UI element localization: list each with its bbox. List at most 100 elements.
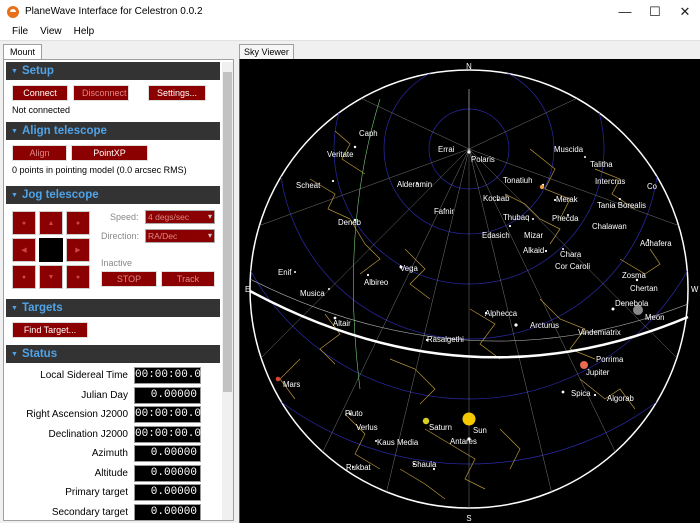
sky-viewer[interactable]: N S E W Caph Veritate Errai Polaris Musc… — [239, 59, 700, 523]
status-value: 0.00000 — [134, 503, 201, 520]
close-button[interactable]: ✕ — [670, 0, 700, 23]
window-title: PlaneWave Interface for Celestron 0.0.2 — [25, 6, 203, 17]
collapse-triangle-icon: ▼ — [11, 67, 18, 75]
jog-section-header[interactable]: ▼ Jog telescope — [6, 186, 220, 204]
sky-label: Zosma — [622, 271, 646, 280]
minimize-button[interactable]: — — [610, 0, 640, 23]
jog-east-button[interactable]: ▶ — [66, 238, 90, 262]
sky-label: Verlus — [356, 423, 378, 432]
status-label: Primary target — [65, 487, 128, 499]
track-button[interactable]: Track — [161, 271, 215, 287]
jog-state-label: Inactive — [101, 258, 133, 268]
status-section-header[interactable]: ▼ Status — [6, 345, 220, 363]
sky-label: Mizar — [524, 231, 543, 240]
jog-north-west-button[interactable]: ● — [12, 211, 36, 235]
sky-label: Scheat — [296, 181, 321, 190]
status-value: 00:00:00.0 — [134, 367, 201, 385]
app-icon — [7, 5, 19, 18]
align-section-header[interactable]: ▼ Align telescope — [6, 122, 220, 140]
compass-north: N — [466, 62, 472, 71]
window-controls: — ☐ ✕ — [610, 0, 700, 23]
tab-sky-viewer[interactable]: Sky Viewer — [239, 44, 294, 59]
targets-section-header[interactable]: ▼ Targets — [6, 299, 220, 317]
mars-marker[interactable] — [275, 376, 281, 382]
sky-label: Porrima — [596, 355, 624, 364]
disconnect-button[interactable]: Disconnect — [73, 85, 129, 101]
jog-north-button[interactable]: ▲ — [39, 211, 63, 235]
jog-south-east-button[interactable]: ● — [66, 265, 90, 289]
settings-button[interactable]: Settings... — [148, 85, 206, 101]
sky-label: Deneb — [338, 218, 362, 227]
status-value: 00:00:00.0 — [134, 425, 201, 443]
sky-label: Saturn — [429, 423, 452, 432]
sky-label: Muscida — [554, 145, 584, 154]
sky-label: Alderamin — [397, 180, 432, 189]
status-section: Local Sidereal Time 00:00:00.0 Julian Da… — [6, 363, 220, 520]
jog-pad: ● ▲ ● ◀ ▶ ● ▼ ● — [12, 211, 90, 289]
sky-label: Polaris — [471, 155, 495, 164]
sky-label: Vindemiatrix — [578, 328, 621, 337]
maximize-button[interactable]: ☐ — [640, 0, 670, 23]
menu-view[interactable]: View — [34, 26, 68, 37]
direction-select[interactable]: RA/Dec — [145, 229, 215, 243]
status-value: 0.00000 — [134, 445, 201, 463]
mount-panel: ▼ Setup Connect Disconnect Settings... N… — [3, 59, 234, 521]
sky-label: Arcturus — [530, 321, 559, 330]
sky-label: Algorab — [607, 394, 635, 403]
sky-label: Rukbat — [346, 463, 372, 472]
status-value: 00:00:00.0 — [134, 406, 201, 424]
mount-scrollbar[interactable] — [222, 62, 233, 520]
menu-help[interactable]: Help — [68, 26, 101, 37]
sky-label: Tania Borealis — [597, 201, 646, 210]
sky-label: Talitha — [590, 160, 613, 169]
scrollbar-thumb[interactable] — [223, 72, 232, 392]
sky-label: Adhafera — [640, 239, 672, 248]
collapse-triangle-icon: ▼ — [11, 127, 18, 135]
sky-label: Cor Caroli — [555, 262, 590, 271]
connect-button[interactable]: Connect — [12, 85, 68, 101]
jog-south-button[interactable]: ▼ — [39, 265, 63, 289]
sky-label: Musica — [300, 289, 325, 298]
sky-label: Errai — [438, 145, 455, 154]
status-label: Local Sidereal Time — [40, 370, 128, 382]
jog-north-east-button[interactable]: ● — [66, 211, 90, 235]
sky-label: Enif — [278, 268, 292, 277]
status-label: Right Ascension J2000 — [26, 409, 128, 421]
sky-label: Thubaq — [503, 213, 529, 222]
title-bar: PlaneWave Interface for Celestron 0.0.2 … — [0, 0, 700, 23]
tab-mount[interactable]: Mount — [3, 44, 43, 59]
targets-heading: Targets — [21, 302, 63, 314]
status-heading: Status — [21, 348, 58, 360]
sky-label: Jupiter — [586, 368, 610, 377]
sky-map[interactable]: N S E W Caph Veritate Errai Polaris Musc… — [240, 59, 700, 523]
collapse-triangle-icon: ▼ — [11, 350, 18, 358]
jog-center — [39, 238, 63, 262]
speed-select[interactable]: 4 degs/sec — [145, 210, 215, 224]
sky-label: Antares — [450, 437, 477, 446]
connection-status: Not connected — [12, 105, 71, 115]
sky-label: Caph — [359, 129, 378, 138]
setup-section: Connect Disconnect Settings... Not conne… — [6, 80, 220, 122]
sun-marker[interactable] — [462, 412, 476, 426]
sky-label: Kaus Media — [377, 438, 419, 447]
menu-file[interactable]: File — [6, 26, 34, 37]
jog-west-button[interactable]: ◀ — [12, 238, 36, 262]
setup-section-header[interactable]: ▼ Setup — [6, 62, 220, 80]
jog-heading: Jog telescope — [21, 189, 99, 201]
status-value: 0.00000 — [134, 386, 201, 404]
sky-label: Intercrus — [595, 177, 625, 186]
sky-label: Co — [647, 182, 658, 191]
find-target-button[interactable]: Find Target... — [12, 322, 88, 338]
status-row: Declination J2000 00:00:00.0 — [6, 425, 220, 445]
pointxp-model-button[interactable]: PointXP Model — [71, 145, 148, 172]
jog-south-west-button[interactable]: ● — [12, 265, 36, 289]
sky-label: Kochab — [483, 194, 510, 203]
sky-label: Chalawan — [592, 222, 627, 231]
stop-button[interactable]: STOP — [101, 271, 157, 287]
align-button[interactable]: Align — [12, 145, 67, 161]
sky-label: Mars — [283, 380, 300, 389]
status-row: Primary target 0.00000 — [6, 483, 220, 503]
status-row: Altitude 0.00000 — [6, 464, 220, 484]
setup-heading: Setup — [21, 65, 54, 77]
direction-label: Direction: — [101, 231, 140, 241]
